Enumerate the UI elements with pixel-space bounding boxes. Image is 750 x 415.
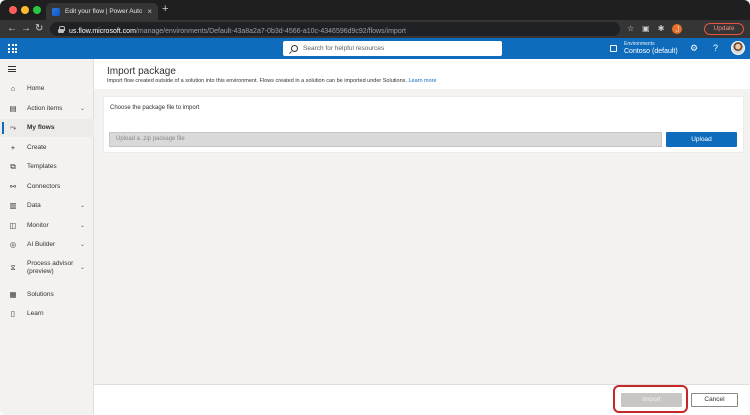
sidebar-item-label: Home xyxy=(27,85,45,92)
sidebar-item-label: Monitor xyxy=(27,222,49,229)
sidebar-item-create[interactable]: + Create xyxy=(0,139,94,157)
sidebar-item-solutions[interactable]: ▦ Solutions xyxy=(0,286,94,304)
url-path: /manage/environments/Default-43a8a2a7-0b… xyxy=(135,28,406,35)
tab-close-icon[interactable]: × xyxy=(147,7,152,16)
profile-avatar-icon[interactable]: J xyxy=(672,23,683,34)
power-automate-favicon-icon xyxy=(52,7,60,16)
main-content: Import package Import flow created outsi… xyxy=(94,59,750,415)
sidebar-item-my-flows[interactable]: ⤳ My flows xyxy=(0,119,94,137)
templates-icon: ⧉ xyxy=(10,162,16,171)
page-title: Import package xyxy=(107,66,176,77)
sidebar-item-label: Learn xyxy=(27,310,44,317)
process-advisor-icon: ⧖ xyxy=(10,263,16,272)
tab-title: Edit your flow | Power Automate xyxy=(65,8,143,15)
sidebar-item-label: Process advisor (preview) xyxy=(27,260,74,275)
browser-address-bar: ← → ↻ us.flow.microsoft.com/manage/envir… xyxy=(0,20,750,38)
browser-tab-bar: Edit your flow | Power Automate × + xyxy=(0,0,750,20)
window-close-button[interactable] xyxy=(9,6,17,14)
search-input[interactable]: Search for helpful resources xyxy=(283,41,502,56)
sidebar-item-data[interactable]: ▥ Data ⌄ xyxy=(0,197,94,215)
back-arrow-icon[interactable]: ← xyxy=(7,23,17,35)
app-launcher-waffle-icon[interactable] xyxy=(8,44,17,53)
new-tab-button[interactable]: + xyxy=(162,4,168,15)
book-icon: ▯ xyxy=(10,309,16,318)
action-footer: Import Cancel xyxy=(94,384,750,415)
page-subtitle-text: Import flow created outside of a solutio… xyxy=(107,78,407,84)
url-field[interactable]: us.flow.microsoft.com/manage/environment… xyxy=(50,22,620,36)
sidebar-item-label: My flows xyxy=(27,124,55,131)
help-question-icon[interactable]: ? xyxy=(713,43,718,54)
bookmark-star-icon[interactable]: ☆ xyxy=(627,23,634,34)
reload-icon[interactable]: ↻ xyxy=(35,23,43,35)
chevron-down-icon: ⌄ xyxy=(80,223,86,229)
search-placeholder: Search for helpful resources xyxy=(303,45,385,52)
chevron-down-icon: ⌄ xyxy=(80,106,86,112)
forward-arrow-icon[interactable]: → xyxy=(21,23,31,35)
puzzle-extensions-icon[interactable]: ✱ xyxy=(658,23,665,34)
solutions-icon: ▦ xyxy=(9,290,17,299)
hamburger-menu-icon[interactable] xyxy=(8,66,16,72)
monitor-icon: ◫ xyxy=(9,221,17,230)
environment-label: Environments xyxy=(624,41,655,47)
sidebar-item-learn[interactable]: ▯ Learn xyxy=(0,305,94,323)
environment-name: Contoso (default) xyxy=(624,48,678,55)
upload-button[interactable]: Upload xyxy=(666,132,737,147)
sidebar-item-action-items[interactable]: ▤ Action items ⌄ xyxy=(0,100,94,118)
environment-picker[interactable]: Environments Contoso (default) xyxy=(624,41,678,56)
package-file-input[interactable]: Upload a .zip package file xyxy=(109,132,662,147)
sidebar-item-label: Data xyxy=(27,202,41,209)
search-icon xyxy=(291,45,298,52)
ai-builder-icon: ◎ xyxy=(9,240,17,249)
app-header: Search for helpful resources Environment… xyxy=(0,38,750,59)
window-minimize-button[interactable] xyxy=(21,6,29,14)
sidebar-item-templates[interactable]: ⧉ Templates xyxy=(0,158,94,176)
sidebar-item-label: AI Builder xyxy=(27,241,56,248)
learn-more-link[interactable]: Learn more xyxy=(408,78,436,84)
sidebar-item-label: Connectors xyxy=(27,183,61,190)
connector-icon: ⚯ xyxy=(9,182,17,191)
chevron-down-icon: ⌄ xyxy=(80,203,86,209)
sidebar-item-ai-builder[interactable]: ◎ AI Builder ⌄ xyxy=(0,236,94,254)
page-header: Import package Import flow created outsi… xyxy=(94,59,750,89)
sidebar-item-label: Create xyxy=(27,144,47,151)
sidebar-item-process-advisor[interactable]: ⧖ Process advisor (preview) ⌄ xyxy=(0,257,94,279)
chevron-down-icon: ⌄ xyxy=(80,265,86,271)
sidebar-item-label: Solutions xyxy=(27,291,54,298)
home-icon: ⌂ xyxy=(10,84,16,93)
page-subtitle: Import flow created outside of a solutio… xyxy=(107,78,437,85)
chevron-down-icon: ⌄ xyxy=(80,242,86,248)
lock-icon xyxy=(58,25,65,33)
window-maximize-button[interactable] xyxy=(33,6,41,14)
browser-window: Edit your flow | Power Automate × + ← → … xyxy=(0,0,750,415)
sidebar-item-connectors[interactable]: ⚯ Connectors xyxy=(0,178,94,196)
url-host: us.flow.microsoft.com xyxy=(69,28,136,35)
browser-update-button[interactable]: Update xyxy=(704,23,744,35)
browser-toolbar-icons: ☆ ▣ ✱ J xyxy=(627,23,683,34)
import-card: Choose the package file to import Upload… xyxy=(103,96,744,153)
left-navigation: ⌂ Home ▤ Action items ⌄ ⤳ My flows + Cre… xyxy=(0,59,94,415)
user-avatar[interactable] xyxy=(731,41,745,55)
sidebar-item-label: Action items xyxy=(27,105,63,112)
plus-icon: + xyxy=(10,143,16,152)
sidebar-item-label: Templates xyxy=(27,163,57,170)
sidebar-item-monitor[interactable]: ◫ Monitor ⌄ xyxy=(0,217,94,235)
import-button[interactable]: Import xyxy=(621,393,682,407)
browser-tab[interactable]: Edit your flow | Power Automate × xyxy=(46,3,158,20)
flow-icon: ⤳ xyxy=(10,123,16,132)
clipboard-icon: ▤ xyxy=(9,104,17,113)
cancel-button[interactable]: Cancel xyxy=(691,393,738,407)
environment-icon xyxy=(610,45,617,52)
extension-icon[interactable]: ▣ xyxy=(642,23,650,34)
settings-gear-icon[interactable]: ⚙ xyxy=(690,43,698,54)
choose-file-label: Choose the package file to import xyxy=(110,105,200,111)
sidebar-item-home[interactable]: ⌂ Home xyxy=(0,80,94,98)
database-icon: ▥ xyxy=(9,201,17,210)
